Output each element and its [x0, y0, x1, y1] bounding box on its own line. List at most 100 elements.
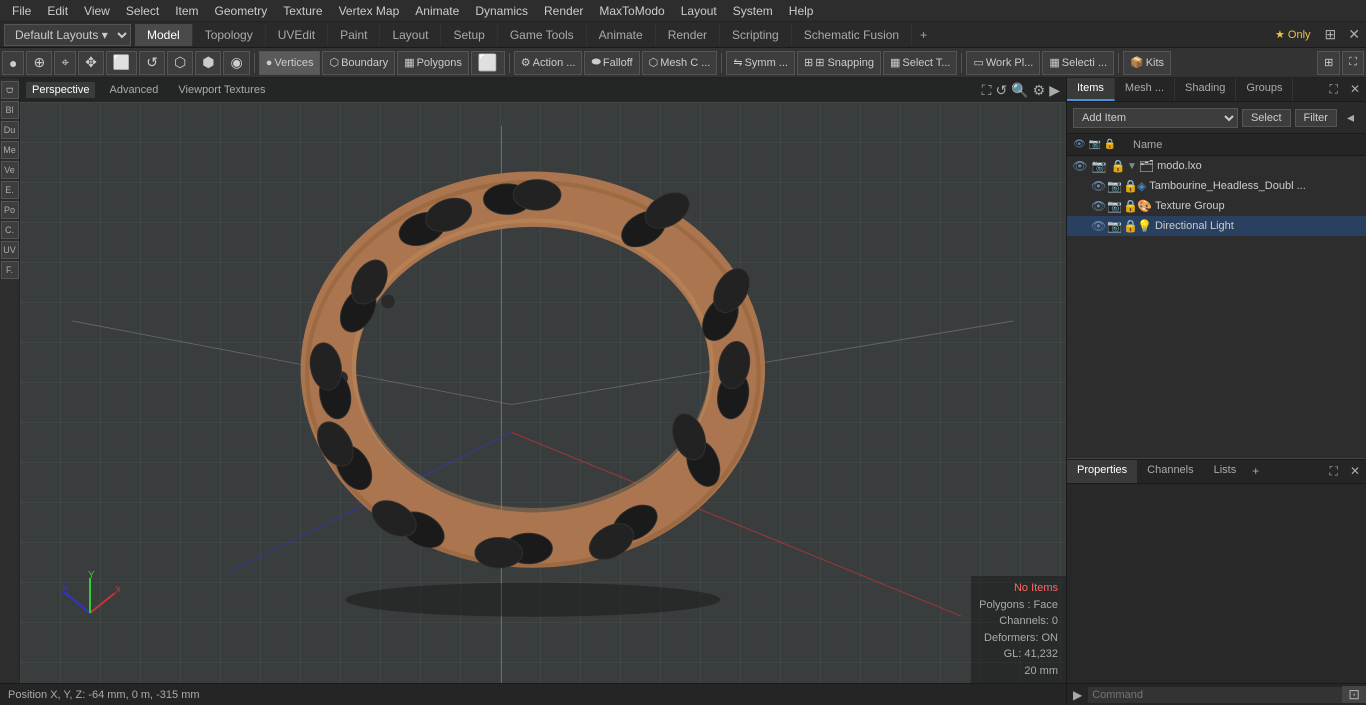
vp-tab-advanced[interactable]: Advanced	[103, 82, 164, 98]
layout-tab-animate[interactable]: Animate	[587, 24, 656, 46]
tool-symm[interactable]: ⇋ Symm ...	[726, 51, 795, 75]
tool-crosshair[interactable]: ⊕	[26, 51, 52, 75]
vp-ctrl-refresh[interactable]: ↺	[995, 82, 1007, 99]
panel-expand-icon[interactable]: ⛶	[1324, 78, 1344, 101]
prop-close-icon[interactable]: ✕	[1344, 460, 1366, 483]
vis-lock-texture[interactable]: 🔒	[1123, 197, 1138, 215]
tool-circle[interactable]: ◉	[223, 51, 249, 75]
menu-maxtomodo[interactable]: MaxToModo	[591, 2, 672, 20]
tree-arrow-scene[interactable]: ▼	[1127, 161, 1137, 172]
layout-tab-plus[interactable]: +	[912, 24, 935, 46]
tree-item-texture-group[interactable]: 👁 📷 🔒 🎨 Texture Group	[1067, 196, 1366, 216]
layout-tab-topology[interactable]: Topology	[193, 24, 266, 46]
tool-select-mode[interactable]: ●	[2, 51, 24, 75]
vp-ctrl-search[interactable]: 🔍	[1011, 82, 1028, 99]
layout-tab-layout[interactable]: Layout	[380, 24, 441, 46]
menu-view[interactable]: View	[76, 2, 118, 20]
menu-animate[interactable]: Animate	[407, 2, 467, 20]
prop-expand-icon[interactable]: ⛶	[1324, 460, 1344, 483]
layout-tab-scripting[interactable]: Scripting	[720, 24, 792, 46]
layout-end-btn2[interactable]: ✕	[1342, 24, 1366, 45]
menu-layout[interactable]: Layout	[673, 2, 725, 20]
menu-dynamics[interactable]: Dynamics	[467, 2, 536, 20]
menu-edit[interactable]: Edit	[39, 2, 76, 20]
tree-item-tambourine[interactable]: 👁 📷 🔒 ◈ Tambourine_Headless_Doubl ...	[1067, 176, 1366, 196]
panel-tab-items[interactable]: Items	[1067, 78, 1115, 101]
menu-item[interactable]: Item	[167, 2, 206, 20]
left-tool-5[interactable]: Ve	[1, 161, 19, 179]
left-tool-8[interactable]: C.	[1, 221, 19, 239]
prop-tab-properties[interactable]: Properties	[1067, 460, 1137, 483]
vis-lock-tambourine[interactable]: 🔒	[1123, 177, 1138, 195]
prop-plus-btn[interactable]: +	[1246, 460, 1265, 483]
left-tool-6[interactable]: E.	[1, 181, 19, 199]
prop-tab-lists[interactable]: Lists	[1204, 460, 1247, 483]
vis-eye-scene[interactable]: 👁	[1071, 157, 1089, 175]
layout-tab-schematic-fusion[interactable]: Schematic Fusion	[792, 24, 912, 46]
tool-vertices[interactable]: ● Vertices	[259, 51, 321, 75]
tool-selecti[interactable]: ▦ Selecti ...	[1042, 51, 1114, 75]
vp-ctrl-gear[interactable]: ⚙	[1033, 82, 1046, 99]
tool-boundary[interactable]: ⬡ Boundary	[322, 51, 395, 75]
tool-grid-view[interactable]: ⊞	[1317, 51, 1340, 75]
tool-kits[interactable]: 📦 Kits	[1123, 51, 1171, 75]
vis-eye-light[interactable]: 👁	[1091, 217, 1106, 235]
tool-hex[interactable]: ⬡	[167, 51, 193, 75]
vis-lock-scene[interactable]: 🔒	[1109, 157, 1127, 175]
layout-tab-model[interactable]: Model	[135, 24, 193, 46]
left-tool-10[interactable]: F.	[1, 261, 19, 279]
menu-file[interactable]: File	[4, 2, 39, 20]
tool-rotate[interactable]: ↺	[139, 51, 165, 75]
menu-select[interactable]: Select	[118, 2, 167, 20]
command-submit-btn[interactable]: ⊡	[1342, 686, 1366, 703]
panel-resize-divider[interactable]	[1067, 307, 1366, 459]
add-item-dropdown[interactable]: Add Item	[1073, 108, 1238, 128]
menu-render[interactable]: Render	[536, 2, 591, 20]
left-tool-1[interactable]: D	[1, 81, 19, 99]
vp-tab-perspective[interactable]: Perspective	[26, 82, 95, 98]
vis-eye-tambourine[interactable]: 👁	[1091, 177, 1106, 195]
tool-box[interactable]: ⬜	[106, 51, 137, 75]
select-button[interactable]: Select	[1242, 109, 1291, 127]
vis-eye-texture[interactable]: 👁	[1091, 197, 1106, 215]
menu-help[interactable]: Help	[781, 2, 822, 20]
command-input[interactable]	[1088, 687, 1342, 703]
tool-snapping[interactable]: ⊞ ⊞ Snapping	[797, 51, 881, 75]
prop-tab-channels[interactable]: Channels	[1137, 460, 1203, 483]
tool-polygons[interactable]: ▦ Polygons	[397, 51, 469, 75]
left-tool-2[interactable]: Bl	[1, 101, 19, 119]
layout-tab-gametools[interactable]: Game Tools	[498, 24, 587, 46]
vis-render-light[interactable]: 📷	[1107, 217, 1122, 235]
tree-item-scene[interactable]: 👁 📷 🔒 ▼ 🗂 modo.lxo	[1067, 156, 1366, 176]
left-tool-4[interactable]: Me	[1, 141, 19, 159]
panel-arrow-left[interactable]: ◂	[1341, 105, 1360, 130]
star-only-label[interactable]: ★ Only	[1267, 26, 1319, 43]
layout-dropdown[interactable]: Default Layouts ▾	[4, 24, 131, 46]
tool-falloff[interactable]: ⬬ Falloff	[584, 51, 639, 75]
menu-system[interactable]: System	[725, 2, 781, 20]
tool-select-t[interactable]: ▦ Select T...	[883, 51, 958, 75]
layout-tab-uvedit[interactable]: UVEdit	[266, 24, 328, 46]
vis-lock-light[interactable]: 🔒	[1123, 217, 1138, 235]
vp-ctrl-expand[interactable]: ▶	[1049, 82, 1060, 99]
tool-target[interactable]: ⌖	[54, 51, 76, 75]
panel-tab-shading[interactable]: Shading	[1175, 78, 1236, 101]
vis-render-tambourine[interactable]: 📷	[1107, 177, 1122, 195]
vis-render-scene[interactable]: 📷	[1090, 157, 1108, 175]
tool-move[interactable]: ✥	[78, 51, 104, 75]
tool-action[interactable]: ⚙ Action ...	[514, 51, 583, 75]
vp-tab-textures[interactable]: Viewport Textures	[172, 82, 271, 98]
layout-tab-setup[interactable]: Setup	[441, 24, 497, 46]
vp-ctrl-frame[interactable]: ⛶	[982, 82, 992, 99]
tree-item-directional-light[interactable]: 👁 📷 🔒 💡 Directional Light	[1067, 216, 1366, 236]
filter-button[interactable]: Filter	[1295, 109, 1337, 127]
panel-tab-groups[interactable]: Groups	[1236, 78, 1293, 101]
tool-mesh-c[interactable]: ⬡ Mesh C ...	[642, 51, 718, 75]
left-tool-3[interactable]: Du	[1, 121, 19, 139]
menu-geometry[interactable]: Geometry	[207, 2, 276, 20]
menu-vertex-map[interactable]: Vertex Map	[331, 2, 408, 20]
tool-work-pl[interactable]: ▭ Work Pl...	[966, 51, 1040, 75]
panel-tab-mesh[interactable]: Mesh ...	[1115, 78, 1175, 101]
left-tool-9[interactable]: UV	[1, 241, 19, 259]
viewport[interactable]: Perspective Advanced Viewport Textures ⛶…	[20, 78, 1066, 683]
